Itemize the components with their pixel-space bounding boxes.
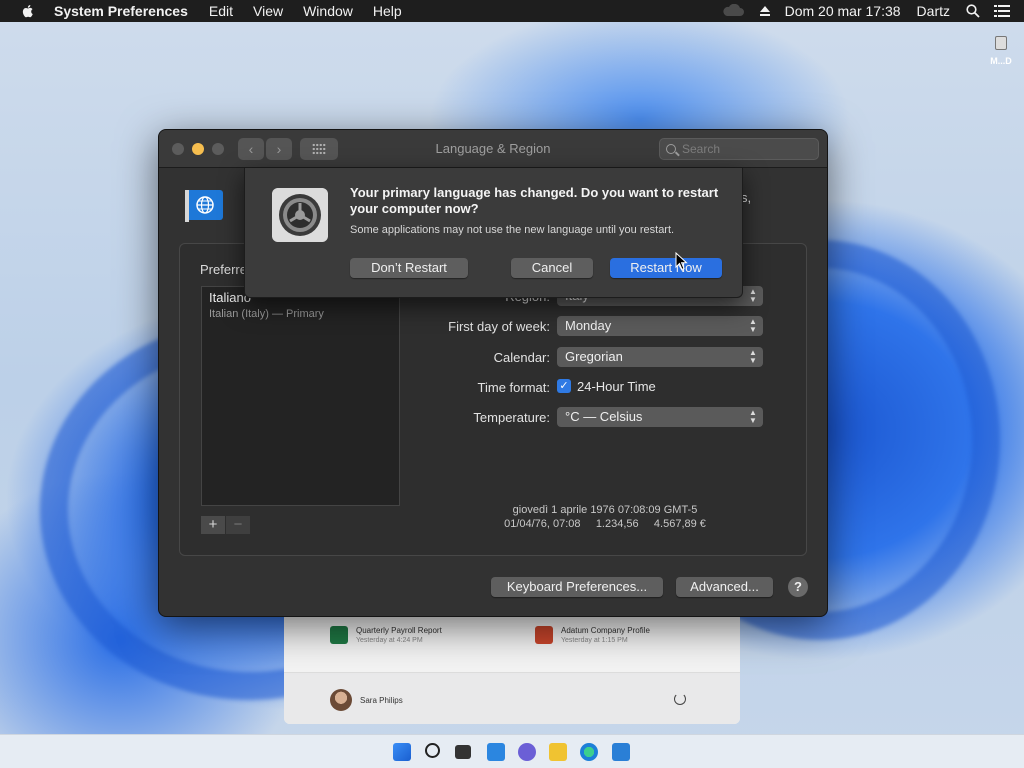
calendar-popup[interactable]: Gregorian ▲ ▼ (557, 347, 763, 367)
start-button-icon[interactable] (393, 743, 411, 761)
app-menu[interactable]: System Preferences (54, 3, 188, 19)
eject-icon[interactable] (759, 5, 771, 17)
temperature-popup[interactable]: °C — Celsius ▲ ▼ (557, 407, 763, 427)
search-icon (666, 144, 676, 154)
add-language-button[interactable]: + (201, 516, 225, 534)
desktop-drive-icon[interactable]: M...D (984, 36, 1018, 66)
first-day-popup[interactable]: Monday ▲ ▼ (557, 316, 763, 336)
24-hour-time-label[interactable]: 24-Hour Time (577, 379, 656, 394)
date-sample: giovedì 1 aprile 1976 07:08:09 GMT-5 (512, 504, 698, 516)
number-sample: 01/04/76, 07:08 1.234,56 4.567,89 € (504, 518, 706, 530)
time-format-label: Time format: (477, 380, 550, 395)
recent-file-time: Yesterday at 1:15 PM (561, 637, 628, 644)
search-icon[interactable] (425, 743, 440, 758)
restart-sheet-dialog: Your primary language has changed. Do yo… (244, 168, 743, 298)
task-view-icon[interactable] (455, 745, 471, 759)
menubar-user[interactable]: Dartz (917, 3, 950, 19)
help-button[interactable]: ? (788, 577, 808, 597)
power-icon[interactable] (674, 693, 686, 705)
language-region-flag-icon (185, 190, 223, 222)
preferred-languages-list[interactable]: Italiano Italian (Italy) — Primary (201, 286, 400, 506)
recent-file[interactable]: Adatum Company Profile Yesterday at 1:15… (535, 626, 650, 644)
mouse-cursor-icon (675, 252, 688, 271)
temperature-value: °C — Celsius (565, 409, 643, 424)
powerpoint-file-icon (535, 626, 553, 644)
chevron-updown-icon: ▲ ▼ (749, 348, 757, 365)
menu-view[interactable]: View (253, 3, 283, 19)
recent-file-time: Yesterday at 4:24 PM (356, 637, 423, 644)
advanced-button[interactable]: Advanced... (676, 577, 773, 597)
24-hour-time-checkbox[interactable]: ✓ (557, 379, 571, 393)
spotlight-search-icon[interactable] (966, 4, 980, 18)
menu-window[interactable]: Window (303, 3, 353, 19)
dont-restart-button[interactable]: Don’t Restart (350, 258, 468, 278)
first-day-label: First day of week: (448, 319, 550, 334)
start-menu-panel: Quarterly Payroll Report Yesterday at 4:… (284, 612, 740, 724)
menubar-clock[interactable]: Dom 20 mar 17:38 (785, 3, 901, 19)
menu-help[interactable]: Help (373, 3, 402, 19)
system-preferences-gear-icon (272, 188, 328, 242)
user-name[interactable]: Sara Philips (360, 696, 403, 705)
cloud-icon[interactable] (721, 4, 745, 18)
calendar-value: Gregorian (565, 349, 623, 364)
calendar-label: Calendar: (493, 350, 550, 365)
sheet-message: Some applications may not use the new la… (350, 224, 675, 236)
start-menu-footer: Sara Philips (284, 672, 740, 724)
taskbar (0, 734, 1024, 768)
recent-file-name: Adatum Company Profile (561, 626, 650, 635)
chevron-updown-icon: ▲ ▼ (749, 317, 757, 334)
menu-edit[interactable]: Edit (209, 3, 233, 19)
status-area: Dom 20 mar 17:38 Dartz (721, 0, 1024, 22)
language-detail: Italian (Italy) — Primary (209, 308, 324, 320)
cancel-button[interactable]: Cancel (511, 258, 593, 278)
first-day-value: Monday (565, 318, 612, 333)
teams-chat-icon[interactable] (518, 743, 536, 761)
temperature-row: Temperature: °C — Celsius ▲ ▼ (400, 407, 770, 429)
control-center-icon[interactable] (994, 4, 1010, 18)
calendar-row: Calendar: Gregorian ▲ ▼ (400, 347, 770, 369)
chevron-updown-icon: ▲ ▼ (749, 287, 757, 304)
search-field[interactable] (659, 138, 819, 160)
first-day-row: First day of week: Monday ▲ ▼ (400, 316, 770, 338)
time-format-row: Time format: ✓ 24-Hour Time (400, 377, 770, 399)
drive-icon (995, 36, 1007, 50)
chevron-updown-icon: ▲ ▼ (749, 408, 757, 425)
preferred-languages-label: Preferre (200, 262, 247, 277)
restart-now-button[interactable]: Restart Now (610, 258, 722, 278)
add-remove-controls: + − (201, 516, 250, 534)
excel-file-icon (330, 626, 348, 644)
recent-file[interactable]: Quarterly Payroll Report Yesterday at 4:… (330, 626, 442, 644)
file-explorer-icon[interactable] (549, 743, 567, 761)
widgets-icon[interactable] (487, 743, 505, 761)
window-titlebar: ‹ › Language & Region (159, 130, 827, 168)
store-icon[interactable] (612, 743, 630, 761)
recent-file-name: Quarterly Payroll Report (356, 626, 442, 635)
remove-language-button[interactable]: − (226, 516, 250, 534)
search-input[interactable] (682, 141, 812, 157)
apple-menu-icon[interactable] (20, 3, 36, 19)
sheet-title: Your primary language has changed. Do yo… (350, 185, 719, 216)
edge-browser-icon[interactable] (580, 743, 598, 761)
keyboard-preferences-button[interactable]: Keyboard Preferences... (491, 577, 663, 597)
temperature-label: Temperature: (473, 410, 550, 425)
desktop-icon-label: M...D (990, 56, 1012, 66)
menu-bar: System Preferences Edit View Window Help… (0, 0, 1024, 22)
user-avatar[interactable] (330, 689, 352, 711)
